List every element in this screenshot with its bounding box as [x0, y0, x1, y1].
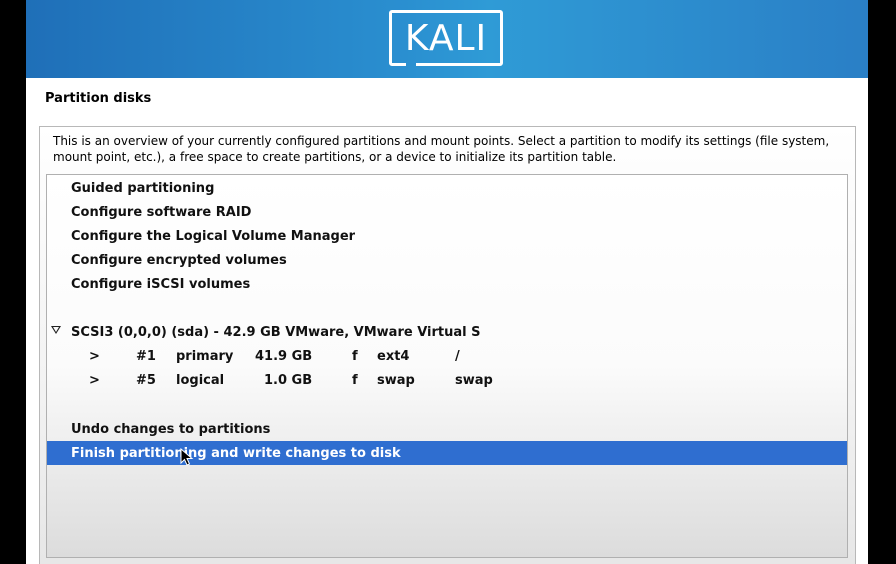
option-label: Configure software RAID [71, 204, 252, 220]
option-label: Configure the Logical Volume Manager [71, 228, 356, 244]
mouse-cursor-icon [180, 448, 194, 466]
partition-size: 41.9 GB [255, 348, 313, 364]
page-title: Partition disks [45, 91, 152, 106]
partition-number: #5 [136, 372, 156, 388]
header-banner: KALI [26, 0, 868, 78]
partition-mount: / [455, 348, 460, 364]
content-panel: This is an overview of your currently co… [39, 126, 856, 564]
partition-filesystem: ext4 [377, 348, 410, 364]
disk-label: SCSI3 (0,0,0) (sda) - 42.9 GB VMware, VM… [71, 324, 481, 340]
option-configure-lvm[interactable]: Configure the Logical Volume Manager [47, 224, 847, 248]
chevron-right-icon: > [89, 372, 100, 388]
partition-flag: f [352, 372, 358, 388]
installer-window: KALI Partition disks This is an overview… [26, 0, 868, 564]
partition-flag: f [352, 348, 358, 364]
option-label: Finish partitioning and write changes to… [71, 445, 401, 461]
finish-partitioning-option[interactable]: Finish partitioning and write changes to… [47, 441, 847, 465]
option-guided-partitioning[interactable]: Guided partitioning [47, 176, 847, 200]
option-configure-iscsi-volumes[interactable]: Configure iSCSI volumes [47, 272, 847, 296]
partition-size: 1.0 GB [264, 372, 313, 388]
partition-type: logical [176, 372, 225, 388]
partition-number: #1 [136, 348, 156, 364]
partition-list[interactable]: Guided partitioning Configure software R… [46, 174, 848, 558]
option-configure-encrypted-volumes[interactable]: Configure encrypted volumes [47, 248, 847, 272]
partition-filesystem: swap [377, 372, 415, 388]
disk-row-sda[interactable]: SCSI3 (0,0,0) (sda) - 42.9 GB VMware, VM… [47, 320, 847, 344]
partition-row[interactable]: > #5 logical 1.0 GB f swap swap [47, 368, 847, 392]
expand-triangle-icon[interactable] [51, 326, 61, 334]
partition-row[interactable]: > #1 primary 41.9 GB f ext4 / [47, 344, 847, 368]
chevron-right-icon: > [89, 348, 100, 364]
undo-changes-option[interactable]: Undo changes to partitions [47, 417, 847, 441]
option-label: Guided partitioning [71, 180, 215, 196]
kali-logo: KALI [389, 10, 503, 66]
partition-type: primary [176, 348, 234, 364]
option-label: Configure iSCSI volumes [71, 276, 251, 292]
partition-mount: swap [455, 372, 493, 388]
option-label: Undo changes to partitions [71, 421, 271, 437]
option-label: Configure encrypted volumes [71, 252, 287, 268]
option-configure-software-raid[interactable]: Configure software RAID [47, 200, 847, 224]
help-text: This is an overview of your currently co… [53, 134, 830, 164]
